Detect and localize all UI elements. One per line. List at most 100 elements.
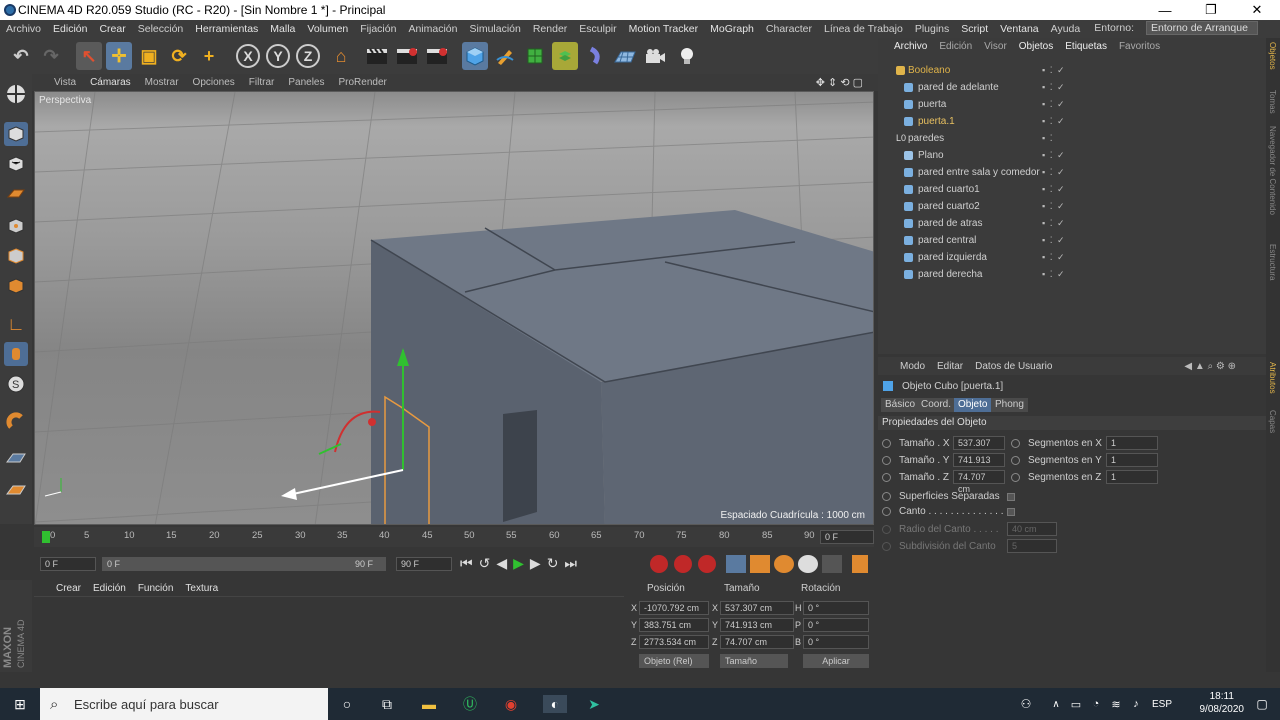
tab-coord[interactable]: Coord. [917, 398, 956, 412]
rotation-h-field[interactable]: 0 ° [803, 601, 869, 615]
menu-mograph[interactable]: MoGraph [710, 23, 754, 35]
texture-mode-button[interactable] [4, 152, 28, 176]
upwork-icon[interactable]: Ⓤ [460, 695, 480, 713]
om-menu-objetos[interactable]: Objetos [1019, 41, 1053, 52]
scale-tool-button[interactable]: ▣ [136, 42, 162, 70]
segments-z-input[interactable]: 1 [1106, 470, 1158, 484]
keyframe-radio[interactable] [882, 438, 891, 448]
om-menu-favoritos[interactable]: Favoritos [1119, 41, 1160, 52]
size-y-field[interactable]: 741.913 cm [720, 618, 794, 632]
end-frame-field[interactable]: 90 F [396, 557, 452, 571]
magnet-button[interactable] [4, 410, 28, 434]
object-visibility-icon[interactable]: ▪ ⁚ [1042, 133, 1054, 144]
menu-ayuda[interactable]: Ayuda [1051, 23, 1081, 35]
position-key-icon[interactable] [726, 555, 746, 573]
object-visibility-icon[interactable]: ▪ ⁚ ✓ [1042, 252, 1066, 263]
object-row[interactable]: pared de adelante ▪ ⁚ ✓ [878, 79, 1258, 95]
step-back-icon[interactable]: ◀ [496, 555, 507, 572]
menu-volumen[interactable]: Volumen [307, 23, 348, 35]
material-area[interactable] [34, 596, 624, 668]
floor-button[interactable] [612, 42, 638, 70]
model-mode-button[interactable] [4, 122, 28, 146]
separated-checkbox[interactable] [1007, 492, 1015, 501]
menu-fijacion[interactable]: Fijación [360, 23, 396, 35]
om-menu-archivo[interactable]: Archivo [894, 41, 927, 52]
vp-menu-opciones[interactable]: Opciones [193, 77, 235, 88]
object-visibility-icon[interactable]: ▪ ⁚ ✓ [1042, 235, 1066, 246]
object-visibility-icon[interactable]: ▪ ⁚ ✓ [1042, 218, 1066, 229]
mat-menu-textura[interactable]: Textura [185, 583, 218, 594]
go-to-start-icon[interactable]: ⏮ [460, 555, 473, 572]
side-tab-navegador[interactable]: Navegador de Contenido [1268, 126, 1277, 215]
taskbar-clock[interactable]: 18:11 9/08/2020 [1200, 690, 1245, 716]
menu-malla[interactable]: Malla [270, 23, 295, 35]
om-menu-visor[interactable]: Visor [984, 41, 1007, 52]
app-taskbar-icon[interactable]: ➤ [584, 695, 604, 713]
environment-dropdown[interactable]: Entorno de Arranque [1146, 21, 1258, 35]
volume-icon[interactable]: ♪ [1126, 695, 1146, 713]
object-row[interactable]: pared cuarto2 ▪ ⁚ ✓ [878, 198, 1258, 214]
cloner-button[interactable] [552, 42, 578, 70]
object-row[interactable]: pared cuarto1 ▪ ⁚ ✓ [878, 181, 1258, 197]
object-visibility-icon[interactable]: ▪ ⁚ ✓ [1042, 167, 1066, 178]
side-tab-tomas[interactable]: Tomas [1268, 90, 1277, 114]
object-row-group[interactable]: L0 paredes ▪ ⁚ [878, 130, 1258, 146]
points-mode-button[interactable] [4, 214, 28, 238]
menu-render[interactable]: Render [533, 23, 567, 35]
object-row[interactable]: pared derecha ▪ ⁚ ✓ [878, 266, 1258, 282]
tab-phong[interactable]: Phong [991, 398, 1028, 412]
om-menu-etiquetas[interactable]: Etiquetas [1065, 41, 1107, 52]
object-visibility-icon[interactable]: ▪ ⁚ ✓ [1042, 82, 1066, 93]
snap-button[interactable]: S [4, 372, 28, 396]
network-icon[interactable]: ◔ [1086, 695, 1106, 713]
maximize-button[interactable]: ❐ [1188, 0, 1234, 20]
parameter-key-icon[interactable] [798, 555, 818, 573]
menu-archivo[interactable]: Archivo [6, 23, 41, 35]
side-tab-capas[interactable]: Capas [1268, 410, 1277, 433]
timeline-ruler[interactable]: 0 5 10 15 20 25 30 35 40 45 50 55 60 65 … [34, 527, 874, 547]
menu-simulacion[interactable]: Simulación [469, 23, 520, 35]
object-visibility-icon[interactable]: ▪ ⁚ ✓ [1042, 184, 1066, 195]
file-explorer-icon[interactable]: ▬ [419, 695, 439, 713]
coordinate-system-button[interactable]: ⌂ [328, 42, 354, 70]
vp-menu-vista[interactable]: Vista [54, 77, 76, 88]
size-x-field[interactable]: 537.307 cm [720, 601, 794, 615]
om-menu-edicion[interactable]: Edición [939, 41, 972, 52]
menu-motion-tracker[interactable]: Motion Tracker [629, 23, 698, 35]
object-row[interactable]: pared entre sala y comedor ▪ ⁚ ✓ [878, 164, 1258, 180]
keyframe-selection-icon[interactable] [698, 555, 716, 573]
deformer-button[interactable] [582, 42, 608, 70]
tweak-mode-button[interactable] [4, 342, 28, 366]
mat-menu-edicion[interactable]: Edición [93, 583, 126, 594]
keyframe-radio[interactable] [1011, 455, 1020, 465]
keyframe-radio[interactable] [882, 472, 891, 482]
object-row[interactable]: pared izquierda ▪ ⁚ ✓ [878, 249, 1258, 265]
attr-menu-editar[interactable]: Editar [937, 361, 963, 372]
redo-button[interactable]: ↷ [38, 42, 64, 70]
undo-button[interactable]: ↶ [8, 42, 34, 70]
tab-objeto[interactable]: Objeto [954, 398, 992, 412]
render-view-button[interactable] [364, 42, 390, 70]
move-tool-button[interactable]: ✛ [106, 42, 132, 70]
side-tab-atributos[interactable]: Atributos [1268, 362, 1277, 394]
rotation-key-icon[interactable] [774, 555, 794, 573]
render-picture-button[interactable] [394, 42, 420, 70]
apply-button[interactable]: Aplicar [803, 654, 869, 668]
menu-linea-de-trabajo[interactable]: Línea de Trabajo [824, 23, 903, 35]
menu-character[interactable]: Character [766, 23, 812, 35]
3d-viewport[interactable]: Perspectiva Espaciado Cuadrícula : 1000 … [34, 91, 874, 525]
minimize-button[interactable]: — [1142, 0, 1188, 20]
battery-icon[interactable]: ▭ [1066, 695, 1086, 713]
select-tool-button[interactable]: ↖ [76, 42, 102, 70]
subdivision-surface-button[interactable] [522, 42, 548, 70]
notifications-icon[interactable]: ▢ [1252, 695, 1272, 713]
segments-x-input[interactable]: 1 [1106, 436, 1158, 450]
object-row-selected[interactable]: puerta.1 ▪ ⁚ ✓ [878, 113, 1258, 129]
chrome-icon[interactable]: ◉ [501, 695, 521, 713]
planar-workplane-button[interactable] [4, 478, 28, 502]
windows-start-icon[interactable]: ⊞ [10, 695, 30, 713]
scale-key-icon[interactable] [750, 555, 770, 573]
timeline-menu-icon[interactable] [852, 555, 868, 573]
workplane-button[interactable] [4, 182, 28, 206]
people-icon[interactable]: ⚇ [1016, 695, 1036, 713]
